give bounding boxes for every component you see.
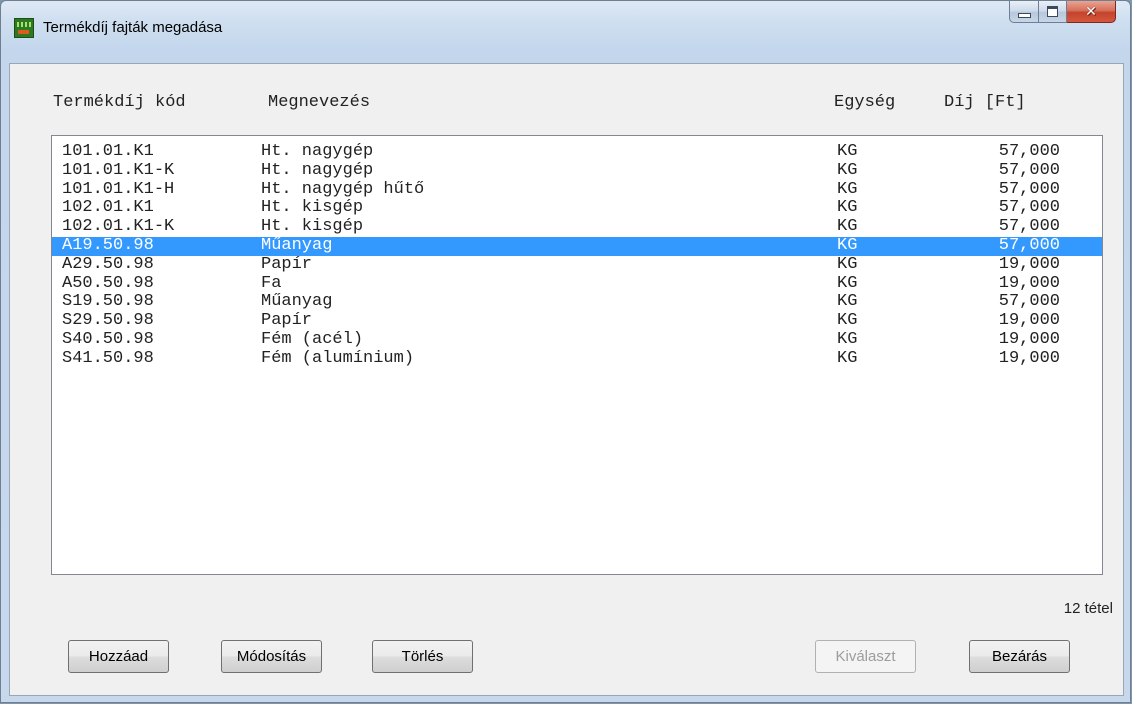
column-header-unit: Egység xyxy=(834,93,896,112)
cell-fee: 19,000 xyxy=(998,311,1060,331)
cell-code: S40.50.98 xyxy=(62,330,154,349)
cell-unit: KG xyxy=(837,179,858,199)
cell-name: Műanyag xyxy=(261,292,333,312)
select-button[interactable]: Kiválaszt xyxy=(815,640,916,673)
cell-fee: 57,000 xyxy=(998,198,1060,218)
list-item[interactable]: A50.50.98 Fa KG 19,000 xyxy=(52,273,1102,294)
cell-fee: 57,000 xyxy=(998,160,1060,180)
cell-code: 102.01.K1-K xyxy=(62,217,175,237)
cell-name: Ht. nagygép hűtő xyxy=(261,179,425,199)
cell-fee: 19,000 xyxy=(998,254,1060,274)
dialog-window: Termékdíj fajták megadása ✕ Termékdíj kó… xyxy=(0,0,1131,703)
app-icon xyxy=(14,18,34,38)
column-header-name: Megnevezés xyxy=(268,93,371,112)
cell-fee: 57,000 xyxy=(998,292,1060,312)
list-item[interactable]: 102.01.K1 Ht. kisgép KG 57,000 xyxy=(52,198,1102,218)
cell-name: Ht. kisgép xyxy=(261,217,364,237)
cell-fee: 19,000 xyxy=(998,348,1060,368)
close-icon: ✕ xyxy=(1085,3,1097,20)
cell-fee: 19,000 xyxy=(998,273,1060,293)
cell-fee: 57,000 xyxy=(998,142,1060,161)
add-button[interactable]: Hozzáad xyxy=(68,640,169,673)
cell-code: A19.50.98 xyxy=(62,236,154,255)
list-item[interactable]: S29.50.98 Papír KG 19,000 xyxy=(52,311,1102,331)
list-item[interactable]: A19.50.98 Műanyag KG 57,000 xyxy=(52,236,1102,256)
cell-name: Műanyag xyxy=(261,236,333,255)
cell-name: Ht. kisgép xyxy=(261,198,364,218)
maximize-button[interactable] xyxy=(1039,1,1067,23)
cell-code: S19.50.98 xyxy=(62,292,154,312)
title-bar[interactable]: Termékdíj fajták megadása ✕ xyxy=(1,1,1130,63)
cell-code: S41.50.98 xyxy=(62,348,154,368)
list-item[interactable]: 101.01.K1-H Ht. nagygép hűtő KG 57,000 xyxy=(52,179,1102,200)
product-fee-list[interactable]: 101.01.K1 Ht. nagygép KG 57,000 101.01.K1-K H… xyxy=(51,135,1103,575)
cell-unit: KG xyxy=(837,217,858,237)
cell-name: Papír xyxy=(261,254,313,274)
cell-name: Ht. nagygép xyxy=(261,160,374,180)
cell-name: Fém (acél) xyxy=(261,330,364,349)
cell-unit: KG xyxy=(837,311,858,331)
cell-code: A29.50.98 xyxy=(62,254,154,274)
cell-code: 101.01.K1-H xyxy=(62,179,175,199)
item-count: 12 tétel xyxy=(1063,600,1113,617)
close-button[interactable]: Bezárás xyxy=(969,640,1070,673)
cell-unit: KG xyxy=(837,160,858,180)
cell-fee: 57,000 xyxy=(998,236,1060,255)
list-item[interactable]: A29.50.98 Papír KG 19,000 xyxy=(52,254,1102,275)
column-header-code: Termékdíj kód xyxy=(53,93,186,112)
cell-fee: 57,000 xyxy=(998,179,1060,199)
close-window-button[interactable]: ✕ xyxy=(1067,1,1116,23)
cell-name: Fém (alumínium) xyxy=(261,348,415,368)
minimize-icon xyxy=(1017,13,1031,18)
cell-unit: KG xyxy=(837,236,858,255)
cell-unit: KG xyxy=(837,142,858,161)
cell-unit: KG xyxy=(837,348,858,368)
cell-unit: KG xyxy=(837,198,858,218)
dialog-client-area: Termékdíj kód Megnevezés Egység Díj [Ft]… xyxy=(9,63,1124,696)
cell-name: Ht. nagygép xyxy=(261,142,374,161)
list-item[interactable]: 101.01.K1 Ht. nagygép KG 57,000 xyxy=(52,142,1102,162)
cell-code: 101.01.K1-K xyxy=(62,160,175,180)
window-title: Termékdíj fajták megadása xyxy=(43,19,223,36)
cell-name: Papír xyxy=(261,311,313,331)
list-item[interactable]: S19.50.98 Műanyag KG 57,000 xyxy=(52,292,1102,312)
list-item[interactable]: 102.01.K1-K Ht. kisgép KG 57,000 xyxy=(52,217,1102,237)
cell-unit: KG xyxy=(837,292,858,312)
cell-code: 102.01.K1 xyxy=(62,198,154,218)
cell-fee: 19,000 xyxy=(998,330,1060,349)
delete-button[interactable]: Törlés xyxy=(372,640,473,673)
cell-unit: KG xyxy=(837,330,858,349)
maximize-icon xyxy=(1047,6,1058,17)
modify-button[interactable]: Módosítás xyxy=(221,640,322,673)
cell-unit: KG xyxy=(837,254,858,274)
cell-fee: 57,000 xyxy=(998,217,1060,237)
cell-name: Fa xyxy=(261,273,282,293)
cell-unit: KG xyxy=(837,273,858,293)
minimize-button[interactable] xyxy=(1009,1,1039,23)
cell-code: 101.01.K1 xyxy=(62,142,154,161)
list-item[interactable]: S41.50.98 Fém (alumínium) KG 19,000 xyxy=(52,348,1102,369)
cell-code: A50.50.98 xyxy=(62,273,154,293)
list-item[interactable]: S40.50.98 Fém (acél) KG 19,000 xyxy=(52,330,1102,350)
caption-buttons: ✕ xyxy=(1009,1,1116,23)
cell-code: S29.50.98 xyxy=(62,311,154,331)
column-header-fee: Díj [Ft] xyxy=(944,93,1026,112)
list-item[interactable]: 101.01.K1-K Ht. nagygép KG 57,000 xyxy=(52,160,1102,181)
